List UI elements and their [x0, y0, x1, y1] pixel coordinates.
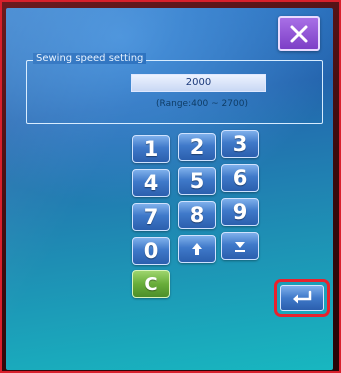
key-7[interactable]: 7 — [132, 203, 170, 231]
key-4[interactable]: 4 — [132, 169, 170, 197]
clear-button[interactable]: C — [132, 270, 170, 298]
enter-button[interactable] — [280, 285, 324, 311]
speed-value-field[interactable]: 2000 — [131, 74, 266, 92]
arrow-down-icon — [235, 242, 245, 252]
key-5[interactable]: 5 — [178, 167, 216, 195]
key-up[interactable] — [178, 235, 216, 263]
key-9[interactable]: 9 — [221, 198, 259, 226]
key-0[interactable]: 0 — [132, 237, 170, 265]
enter-return-icon — [293, 290, 312, 304]
close-x-icon — [290, 25, 308, 42]
key-down[interactable] — [221, 232, 259, 260]
close-button[interactable] — [278, 16, 320, 51]
speed-setting-panel: Sewing speed setting 2000 (Range:400 ~ 2… — [26, 53, 323, 124]
key-6[interactable]: 6 — [221, 164, 259, 192]
arrow-up-icon — [192, 243, 202, 255]
key-8[interactable]: 8 — [178, 201, 216, 229]
key-3[interactable]: 3 — [221, 130, 259, 158]
speed-setting-label: Sewing speed setting — [33, 53, 147, 64]
touch-screen: Sewing speed setting 2000 (Range:400 ~ 2… — [6, 8, 333, 370]
key-1[interactable]: 1 — [132, 135, 170, 163]
speed-range-text: (Range:400 ~ 2700) — [156, 99, 248, 109]
key-2[interactable]: 2 — [178, 133, 216, 161]
